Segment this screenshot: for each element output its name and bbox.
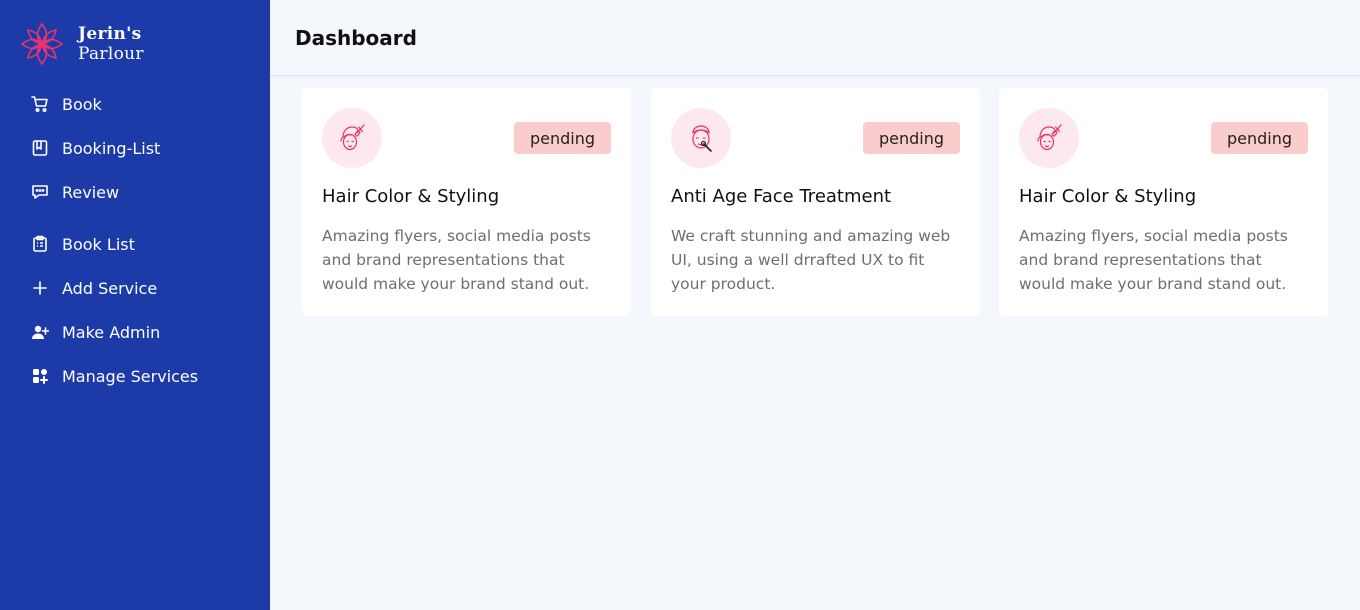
brand-subtitle: Parlour bbox=[78, 44, 144, 64]
sidebar-item-label: Booking-List bbox=[62, 138, 161, 158]
header: Dashboard bbox=[270, 0, 1360, 76]
status-badge: pending bbox=[513, 122, 611, 154]
grid-icon bbox=[30, 366, 50, 386]
card-description: Amazing flyers, social media posts and b… bbox=[1019, 227, 1288, 293]
sidebar-item-review[interactable]: Review bbox=[30, 181, 119, 203]
hair-styling-icon bbox=[1019, 108, 1079, 168]
sidebar-item-label: Manage Services bbox=[62, 366, 199, 386]
card-description: Amazing flyers, social media posts and b… bbox=[322, 227, 591, 293]
status-badge: pending bbox=[1210, 122, 1308, 154]
sidebar-item-label: Add Service bbox=[62, 278, 158, 298]
brand[interactable]: Jerin's Parlour bbox=[18, 20, 144, 68]
sidebar-item-label: Book List bbox=[62, 234, 135, 254]
sidebar-item-book-list[interactable]: Book List bbox=[30, 233, 135, 255]
brand-name: Jerin's bbox=[78, 24, 142, 44]
card-description: We craft stunning and amazing web UI, us… bbox=[671, 227, 951, 293]
clipboard-icon bbox=[30, 234, 50, 254]
card-title: Anti Age Face Treatment bbox=[671, 186, 892, 207]
page-title: Dashboard bbox=[295, 26, 417, 50]
sidebar-item-add-service[interactable]: Add Service bbox=[30, 277, 157, 299]
hair-styling-icon bbox=[322, 108, 382, 168]
user-plus-icon bbox=[30, 322, 50, 342]
sidebar-item-book[interactable]: Book bbox=[30, 93, 102, 115]
sidebar-item-manage-services[interactable]: Manage Services bbox=[30, 365, 198, 387]
sidebar-item-label: Book bbox=[62, 94, 102, 114]
status-badge: pending bbox=[862, 122, 960, 154]
face-treatment-icon bbox=[671, 108, 731, 168]
card-title: Hair Color & Styling bbox=[1019, 186, 1197, 207]
sidebar-item-label: Make Admin bbox=[62, 322, 161, 342]
sidebar-item-make-admin[interactable]: Make Admin bbox=[30, 321, 160, 343]
flower-logo-icon bbox=[20, 22, 64, 66]
card-title: Hair Color & Styling bbox=[322, 186, 500, 207]
plus-icon bbox=[30, 278, 50, 298]
service-card[interactable]: pending Anti Age Face Treatment We craft… bbox=[651, 88, 980, 316]
sidebar-item-booking-list[interactable]: Booking-List bbox=[30, 137, 160, 159]
cart-icon bbox=[30, 94, 50, 114]
comment-icon bbox=[30, 182, 50, 202]
service-card[interactable]: pending Hair Color & Styling Amazing fly… bbox=[999, 88, 1328, 316]
sidebar-item-label: Review bbox=[62, 182, 120, 202]
service-card[interactable]: pending Hair Color & Styling Amazing fly… bbox=[302, 88, 631, 316]
sidebar: Jerin's Parlour Book Booking-List Review… bbox=[0, 0, 270, 610]
list-book-icon bbox=[30, 138, 50, 158]
